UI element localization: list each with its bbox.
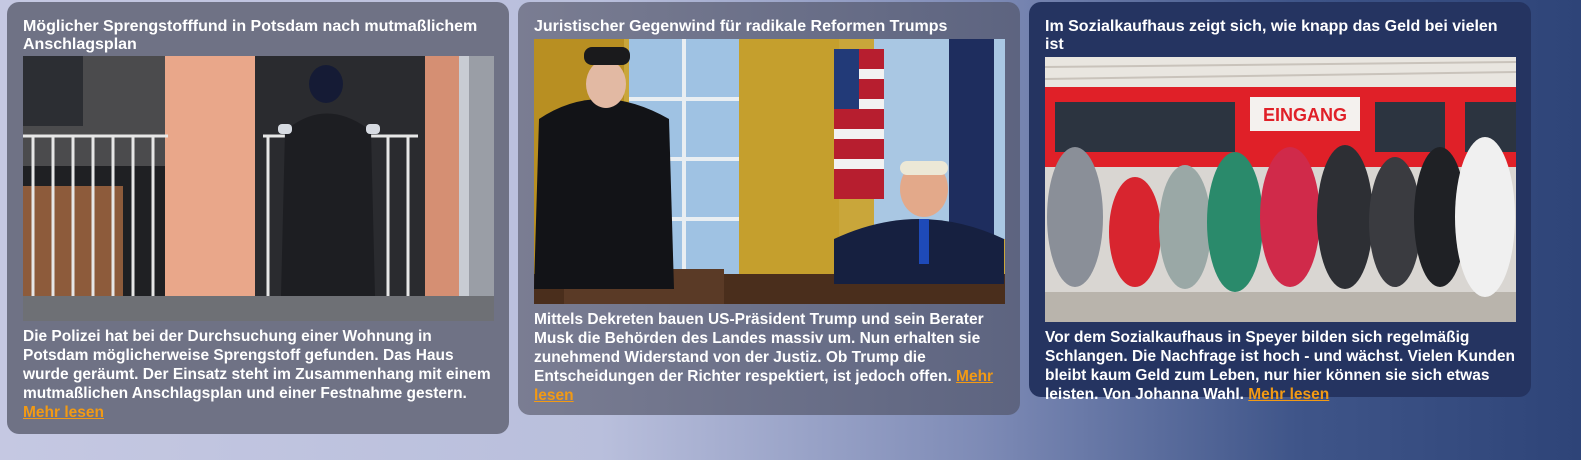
eingang-sign-text: EINGANG <box>1263 105 1347 125</box>
queue-photo[interactable]: EINGANG <box>1045 57 1516 322</box>
teaser-text: Mittels Dekreten bauen US-Präsident Trum… <box>534 311 984 385</box>
card-title[interactable]: Im Sozialkaufhaus zeigt sich, wie knapp … <box>1045 18 1515 54</box>
potsdam-police-photo[interactable] <box>23 56 494 321</box>
card-teaser: Die Polizei hat bei der Durchsuchung ein… <box>23 327 493 422</box>
oval-office-photo[interactable] <box>534 39 1005 304</box>
teaser-text: Die Polizei hat bei der Durchsuchung ein… <box>23 328 491 402</box>
news-card-sozialkaufhaus: Im Sozialkaufhaus zeigt sich, wie knapp … <box>1029 2 1531 403</box>
card-title[interactable]: Möglicher Sprengstofffund in Potsdam nac… <box>23 18 493 54</box>
read-more-link[interactable]: Mehr lesen <box>1248 386 1329 403</box>
card-title[interactable]: Juristischer Gegenwind für radikale Refo… <box>534 18 1004 36</box>
card-teaser: Mittels Dekreten bauen US-Präsident Trum… <box>534 310 1004 405</box>
news-card-trump: Juristischer Gegenwind für radikale Refo… <box>518 2 1020 415</box>
news-card-potsdam: Möglicher Sprengstofffund in Potsdam nac… <box>7 2 509 434</box>
read-more-link[interactable]: Mehr lesen <box>23 404 104 421</box>
card-teaser: Vor dem Sozialkaufhaus in Speyer bilden … <box>1045 328 1515 404</box>
